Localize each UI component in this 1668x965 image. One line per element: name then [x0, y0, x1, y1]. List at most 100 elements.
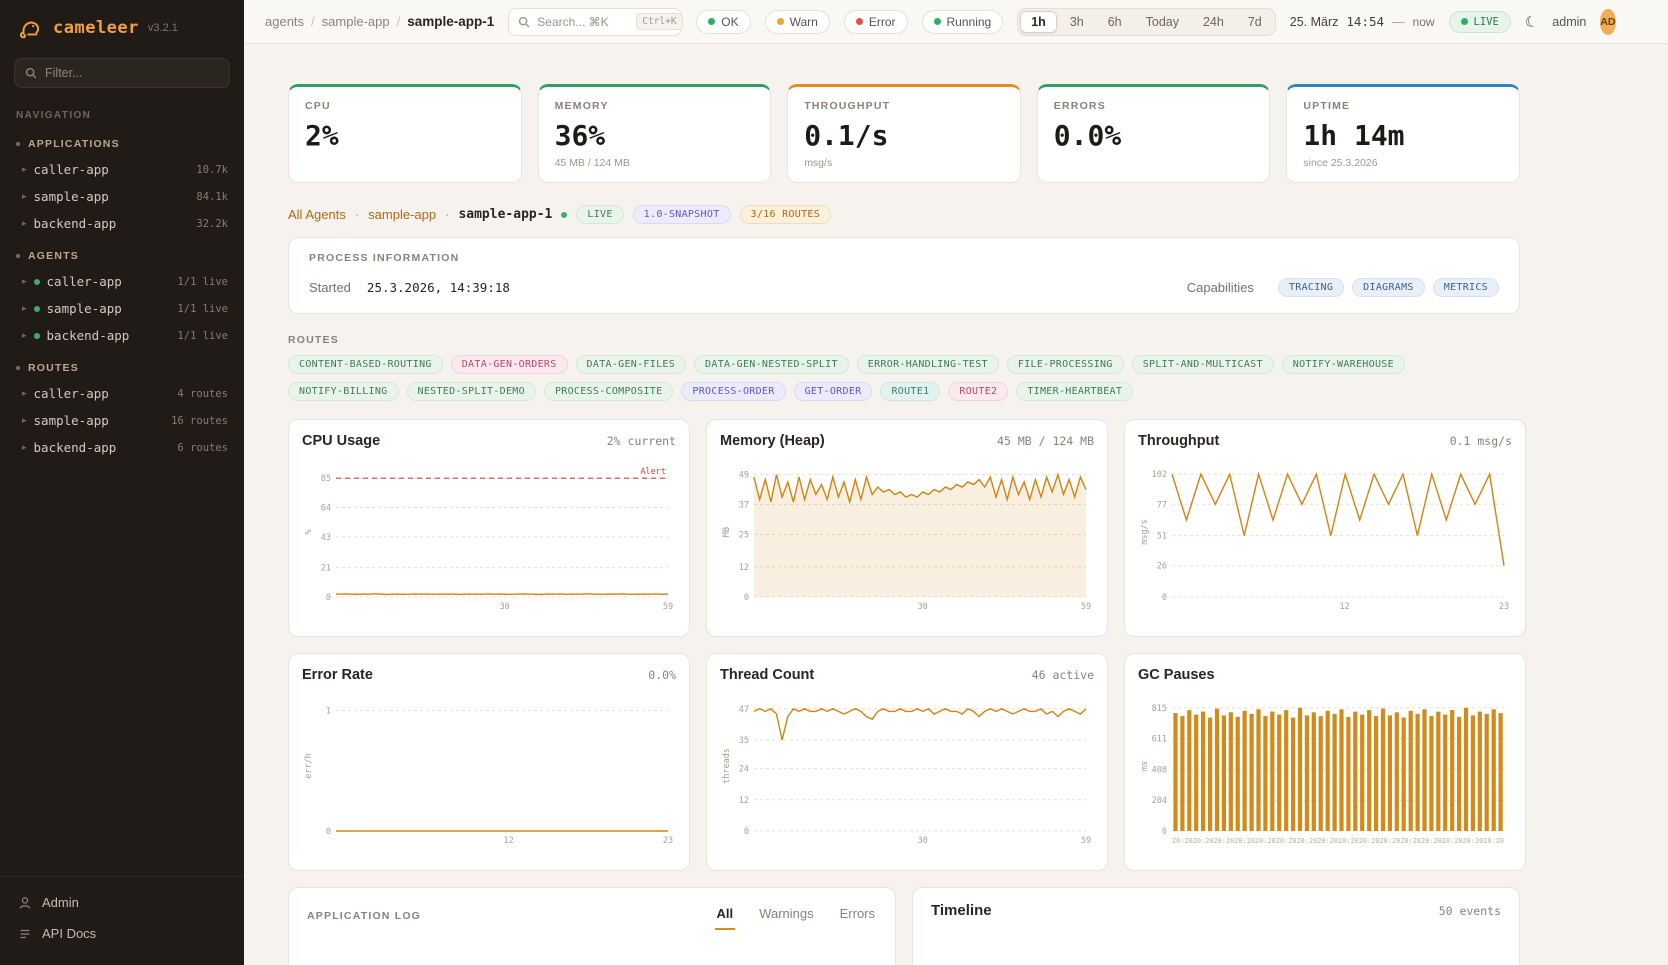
route-chip[interactable]: GET-ORDER — [794, 382, 873, 401]
stat-card-uptime: UPTIME 1h 14m since 25.3.2026 — [1286, 84, 1520, 183]
sidebar-agent-caller-app[interactable]: ▸ caller-app 1/1 live — [0, 268, 244, 295]
route-chip[interactable]: PROCESS-COMPOSITE — [544, 382, 673, 401]
filter-chip-ok[interactable]: OK — [696, 10, 750, 34]
capabilities: Capabilities TRACING DIAGRAMS METRICS — [1187, 278, 1499, 297]
route-chip[interactable]: ROUTE2 — [948, 382, 1008, 401]
search-input[interactable] — [537, 15, 629, 29]
section-bullet-icon — [15, 365, 21, 371]
tab-all[interactable]: All — [715, 902, 736, 930]
tab-errors[interactable]: Errors — [838, 902, 877, 930]
route-chip[interactable]: NOTIFY-WAREHOUSE — [1282, 355, 1405, 374]
filter-chip-running[interactable]: Running — [922, 10, 1004, 34]
time-display: 25. März 14:54 — now — [1290, 14, 1435, 29]
range-24h[interactable]: 24h — [1192, 11, 1235, 33]
svg-text:408: 408 — [1152, 765, 1167, 775]
route-chip[interactable]: DATA-GEN-NESTED-SPLIT — [694, 355, 849, 374]
svg-text:Alert: Alert — [640, 467, 666, 477]
route-chip[interactable]: TIMER-HEARTBEAT — [1016, 382, 1133, 401]
chevron-right-icon: ▸ — [22, 218, 27, 229]
user-name: admin — [1552, 15, 1586, 29]
sample-app-link[interactable]: sample-app — [368, 207, 436, 222]
breadcrumb-agents[interactable]: agents — [265, 14, 304, 29]
svg-text:23: 23 — [663, 836, 673, 846]
sidebar-item-admin[interactable]: Admin — [0, 887, 244, 918]
sidebar-item-meta: 32.2k — [196, 218, 228, 230]
section-label: AGENTS — [28, 250, 79, 262]
live-dot-icon — [34, 306, 40, 312]
time-separator: — — [1392, 15, 1405, 29]
route-chip[interactable]: DATA-GEN-ORDERS — [451, 355, 568, 374]
sidebar-routes-caller-app[interactable]: ▸ caller-app 4 routes — [0, 380, 244, 407]
range-6h[interactable]: 6h — [1097, 11, 1133, 33]
stat-value: 0.0% — [1054, 119, 1254, 152]
route-chip[interactable]: DATA-GEN-FILES — [576, 355, 687, 374]
avatar[interactable]: AD — [1600, 9, 1615, 35]
chart-title: Throughput — [1138, 433, 1219, 449]
sidebar-section-agents[interactable]: AGENTS — [0, 237, 244, 268]
sidebar-item-meta: 1/1 live — [177, 303, 228, 315]
live-dot-icon — [1461, 18, 1468, 25]
svg-text:0: 0 — [1162, 827, 1167, 837]
status-dot-icon — [934, 18, 941, 25]
memory-heap-card: Memory (Heap) 45 MB / 124 MB 012253749MB… — [706, 419, 1108, 637]
route-chip[interactable]: PROCESS-ORDER — [681, 382, 785, 401]
sidebar-section-routes[interactable]: ROUTES — [0, 349, 244, 380]
logo[interactable]: cameleer v3.2.1 — [0, 0, 244, 50]
sidebar-item-meta: 1/1 live — [177, 330, 228, 342]
log-tabs: All Warnings Errors — [715, 902, 877, 930]
sidebar-item-meta: 84.1k — [196, 191, 228, 203]
dark-mode-toggle[interactable]: ☾ — [1523, 11, 1541, 32]
svg-text:59: 59 — [663, 602, 673, 612]
badge-version: 1.0-SNAPSHOT — [633, 205, 731, 224]
svg-text:204: 204 — [1152, 796, 1167, 806]
filter-chip-label: Warn — [790, 15, 818, 29]
sidebar-routes-sample-app[interactable]: ▸ sample-app 16 routes — [0, 407, 244, 434]
all-agents-link[interactable]: All Agents — [288, 207, 346, 222]
sidebar-item-api-docs[interactable]: API Docs — [0, 918, 244, 949]
route-chip[interactable]: SPLIT-AND-MULTICAST — [1132, 355, 1274, 374]
route-chip[interactable]: ROUTE1 — [880, 382, 940, 401]
chart-stat: 0.0% — [648, 668, 676, 682]
timeline-event-count: 50 events — [1439, 904, 1501, 918]
svg-text:ms: ms — [1140, 761, 1150, 771]
sidebar-routes-backend-app[interactable]: ▸ backend-app 6 routes — [0, 434, 244, 461]
timeline-card: Timeline 50 events — [912, 887, 1520, 965]
range-today[interactable]: Today — [1135, 11, 1190, 33]
range-7d[interactable]: 7d — [1237, 11, 1273, 33]
sidebar-section-applications[interactable]: APPLICATIONS — [0, 125, 244, 156]
sidebar-app-backend-app[interactable]: ▸ backend-app 32.2k — [0, 210, 244, 237]
gc-pauses-card: GC Pauses 0204408611815ms20:2020:2020:20… — [1124, 653, 1526, 871]
agent-separator: · — [445, 207, 449, 222]
route-chip[interactable]: CONTENT-BASED-ROUTING — [288, 355, 443, 374]
sidebar-app-caller-app[interactable]: ▸ caller-app 10.7k — [0, 156, 244, 183]
footer-item-label: API Docs — [42, 926, 96, 941]
range-1h[interactable]: 1h — [1020, 11, 1057, 33]
main-area: agents / sample-app / sample-app-1 Ctrl+… — [244, 0, 1668, 965]
route-chip[interactable]: FILE-PROCESSING — [1007, 355, 1124, 374]
stat-sub — [305, 157, 505, 169]
search-icon — [518, 16, 530, 28]
route-chip[interactable]: ERROR-HANDLING-TEST — [857, 355, 999, 374]
stat-value: 0.1/s — [804, 119, 1004, 152]
breadcrumb-sample-app[interactable]: sample-app — [322, 14, 390, 29]
filter-chip-warn[interactable]: Warn — [765, 10, 830, 34]
stat-value: 36% — [555, 119, 755, 152]
throughput-card: Throughput 0.1 msg/s 0265177102msg/s1223 — [1124, 419, 1526, 637]
chevron-right-icon: ▸ — [22, 191, 27, 202]
sidebar-filter-input[interactable] — [45, 66, 219, 80]
svg-text:23: 23 — [1499, 602, 1509, 612]
sidebar-agent-backend-app[interactable]: ▸ backend-app 1/1 live — [0, 322, 244, 349]
svg-text:msg/s: msg/s — [1140, 519, 1150, 545]
stat-value: 2% — [305, 119, 505, 152]
sidebar-app-sample-app[interactable]: ▸ sample-app 84.1k — [0, 183, 244, 210]
gc-pauses-chart: 0204408611815ms20:2020:2020:2020:2020:20… — [1138, 689, 1512, 847]
route-chip[interactable]: NOTIFY-BILLING — [288, 382, 399, 401]
range-3h[interactable]: 3h — [1059, 11, 1095, 33]
sidebar-item-label: backend-app — [34, 216, 117, 231]
tab-warnings[interactable]: Warnings — [757, 902, 815, 930]
section-label: APPLICATIONS — [28, 138, 120, 150]
sidebar-item-meta: 16 routes — [171, 415, 228, 427]
route-chip[interactable]: NESTED-SPLIT-DEMO — [407, 382, 536, 401]
sidebar-agent-sample-app[interactable]: ▸ sample-app 1/1 live — [0, 295, 244, 322]
filter-chip-error[interactable]: Error — [844, 10, 908, 34]
